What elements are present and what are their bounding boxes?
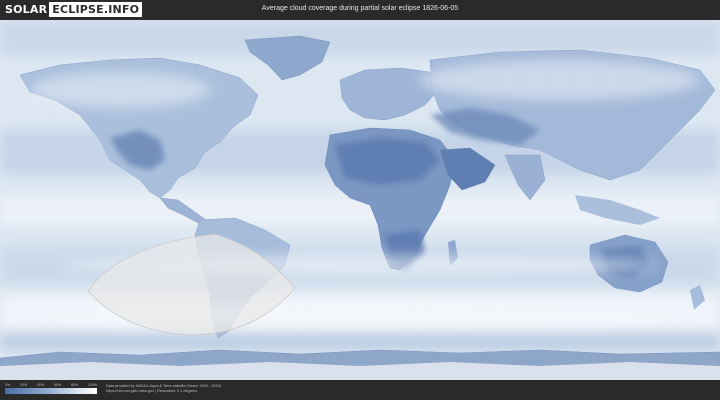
legend-tick: 100% [88,383,97,387]
header-bar: SOLAR ECLIPSE.INFO Average cloud coverag… [0,0,720,20]
legend-ticks: 0% 20% 40% 60% 80% 100% [5,383,97,387]
page-title: Average cloud coverage during partial so… [261,5,459,12]
legend-tick: 0% [5,383,11,387]
data-credits: Data provided by NASA's Aqua & Terra sat… [106,384,221,394]
legend-tick: 40% [37,383,45,387]
credits-line-2: https://neo.sci.gsfc.nasa.gov | Resoluti… [106,389,198,393]
legend-tick: 80% [71,383,79,387]
world-map-svg [0,20,720,380]
cloud-coverage-legend-bar [5,388,97,394]
footer-bar: 0% 20% 40% 60% 80% 100% Data provided by… [0,380,720,400]
cloud-coverage-map [0,20,720,380]
legend-tick: 20% [20,383,28,387]
legend-tick: 60% [54,383,62,387]
